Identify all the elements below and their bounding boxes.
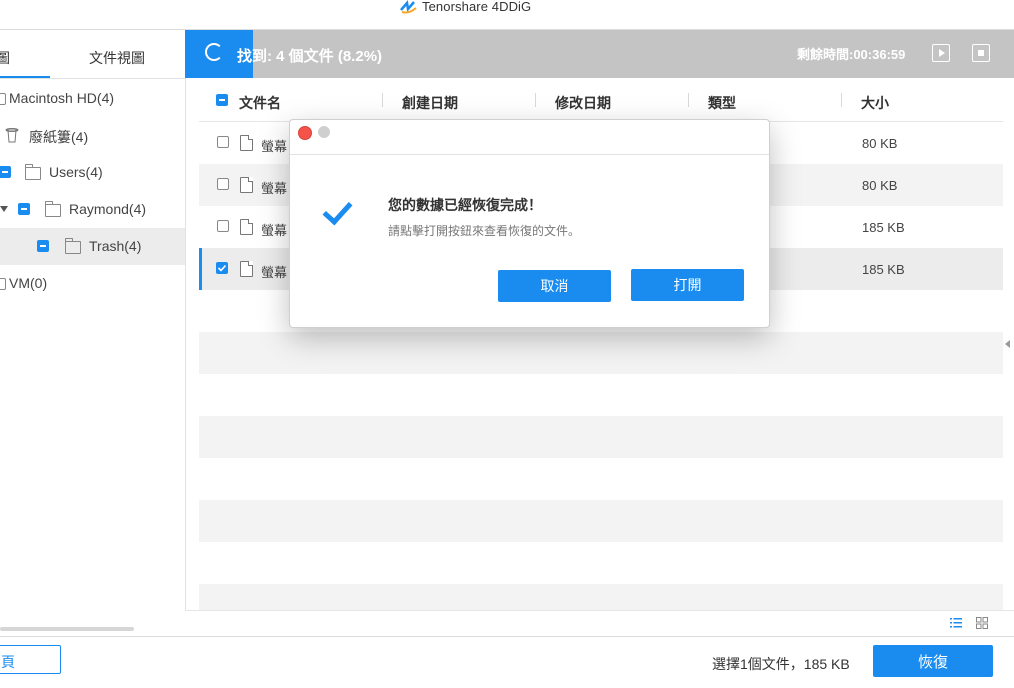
selection-summary: 選擇1個文件，185 KB <box>712 656 850 672</box>
view-toggle-bar <box>185 610 1014 637</box>
empty-row <box>199 458 1003 500</box>
list-view-icon[interactable] <box>950 617 962 629</box>
tree-checkbox[interactable] <box>0 166 11 178</box>
collapse-panel-arrow-icon[interactable] <box>1005 340 1010 348</box>
col-header-size[interactable]: 大小 <box>861 93 889 113</box>
folder-icon <box>65 238 81 254</box>
file-icon <box>240 177 253 193</box>
tab-tree-view[interactable]: 圖 <box>0 48 10 68</box>
col-header-type[interactable]: 類型 <box>708 93 736 113</box>
select-all-checkbox[interactable] <box>216 94 228 106</box>
dialog-titlebar <box>290 120 769 155</box>
col-header-name[interactable]: 文件名 <box>239 93 281 113</box>
empty-row <box>199 584 1003 610</box>
column-divider <box>382 93 383 107</box>
tree-item-label: Trash(4) <box>89 238 142 254</box>
tree-item-label: Raymond(4) <box>69 201 147 217</box>
expand-arrow-icon[interactable] <box>0 206 8 212</box>
horizontal-scrollbar[interactable] <box>0 627 134 631</box>
file-size: 80 KB <box>862 136 898 151</box>
remaining-time: 剩餘時間:00:36:59 <box>797 47 906 62</box>
row-checkbox-checked[interactable] <box>216 262 228 274</box>
close-window-button[interactable] <box>298 126 312 140</box>
tree-item-label: VM(0) <box>9 275 48 291</box>
tree-item-trash[interactable]: 廢紙簍(4) <box>0 117 185 154</box>
minimize-window-button[interactable] <box>318 126 330 138</box>
empty-row <box>199 542 1003 584</box>
tree-checkbox[interactable] <box>18 203 30 215</box>
tree-checkbox[interactable] <box>0 278 6 290</box>
row-checkbox[interactable] <box>217 220 229 232</box>
tree-item-users[interactable]: Users(4) <box>0 154 185 191</box>
file-name: 螢幕 <box>261 139 288 154</box>
file-icon <box>240 135 253 151</box>
col-header-created[interactable]: 創建日期 <box>402 93 458 113</box>
recover-button[interactable]: 恢復 <box>873 645 993 677</box>
checkmark-icon <box>217 264 227 272</box>
selected-row-accent <box>199 248 202 290</box>
folder-icon <box>25 164 41 180</box>
empty-row <box>199 374 1003 416</box>
empty-row <box>199 416 1003 458</box>
recovery-complete-dialog: 您的數據已經恢復完成！ 請點擊打開按鈕來查看恢復的文件。 取消 打開 <box>289 119 770 328</box>
refresh-icon <box>205 43 223 61</box>
trash-bin-icon <box>5 128 19 143</box>
tree-item-raymond[interactable]: Raymond(4) <box>0 191 185 228</box>
tree-item-macintosh-hd[interactable]: Macintosh HD(4) <box>0 80 185 117</box>
column-divider <box>688 93 689 107</box>
tree-item-trash-folder[interactable]: Trash(4) <box>0 228 185 265</box>
file-size: 80 KB <box>862 178 898 193</box>
dialog-title: 您的數據已經恢復完成！ <box>388 197 542 213</box>
table-header: 文件名 創建日期 修改日期 類型 大小 <box>199 79 1003 122</box>
empty-row <box>199 500 1003 542</box>
row-checkbox[interactable] <box>217 178 229 190</box>
column-divider <box>841 93 842 107</box>
home-button-label: 頁 <box>1 654 15 670</box>
app-logo-icon <box>400 0 417 14</box>
file-name: 螢幕 <box>261 265 288 280</box>
success-check-icon <box>322 194 353 226</box>
column-divider <box>535 93 536 107</box>
row-checkbox[interactable] <box>217 136 229 148</box>
home-button[interactable]: 頁 <box>0 645 61 674</box>
file-icon <box>240 261 253 277</box>
tree-checkbox[interactable] <box>0 93 6 105</box>
view-tabs: 圖 文件視圖 <box>0 30 185 79</box>
found-count-text: 找到: 4 個文件 (8.2%) <box>237 48 383 65</box>
tree-item-label: 廢紙簍(4) <box>29 129 89 145</box>
tree-item-label: Macintosh HD(4) <box>9 90 115 106</box>
active-tab-indicator <box>0 76 50 78</box>
resume-scan-button[interactable] <box>932 44 950 62</box>
empty-row <box>199 332 1003 374</box>
tree-item-label: Users(4) <box>49 164 103 180</box>
app-title: Tenorshare 4DDiG <box>422 0 532 14</box>
tab-file-view[interactable]: 文件視圖 <box>89 48 145 68</box>
dialog-message: 請點擊打開按鈕來查看恢復的文件。 <box>388 224 581 238</box>
file-size: 185 KB <box>862 220 905 235</box>
folder-icon <box>45 201 61 217</box>
tree-item-vm[interactable]: VM(0) <box>0 265 185 302</box>
open-button[interactable]: 打開 <box>631 269 744 301</box>
grid-view-icon[interactable] <box>976 617 988 629</box>
file-icon <box>240 219 253 235</box>
cancel-button[interactable]: 取消 <box>498 270 611 302</box>
file-name: 螢幕 <box>261 181 288 196</box>
bottom-bar <box>0 636 1014 688</box>
stop-scan-button[interactable] <box>972 44 990 62</box>
file-size: 185 KB <box>862 262 905 277</box>
col-header-modified[interactable]: 修改日期 <box>555 93 611 113</box>
tree-checkbox[interactable] <box>37 240 49 252</box>
file-name: 螢幕 <box>261 223 288 238</box>
title-bar: Tenorshare 4DDiG <box>0 0 1014 30</box>
